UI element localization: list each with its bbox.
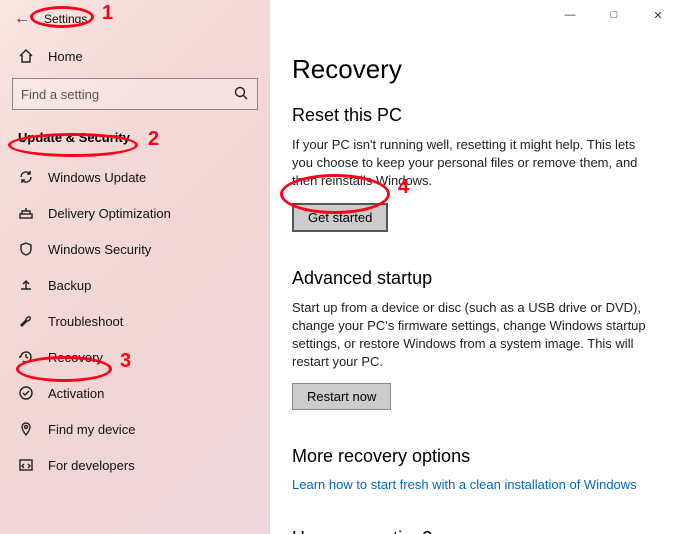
- sidebar-item-label: Troubleshoot: [48, 314, 123, 329]
- search-input[interactable]: [21, 87, 233, 102]
- history-icon: [18, 349, 34, 365]
- sidebar-item-label: Recovery: [48, 350, 103, 365]
- page-title: Recovery: [292, 54, 658, 85]
- sidebar-item-label: Windows Security: [48, 242, 151, 257]
- sidebar-item-label: Home: [48, 49, 83, 64]
- minimize-button[interactable]: ―: [548, 0, 592, 30]
- sidebar-item-home[interactable]: Home: [0, 38, 270, 74]
- wrench-icon: [18, 313, 34, 329]
- section-header: Update & Security: [0, 126, 270, 159]
- backup-icon: [18, 277, 34, 293]
- search-icon: [233, 85, 249, 104]
- content-pane: ― □ ✕ Recovery Reset this PC If your PC …: [270, 0, 680, 534]
- sidebar-item-label: Find my device: [48, 422, 135, 437]
- maximize-button[interactable]: □: [592, 0, 636, 30]
- sync-icon: [18, 169, 34, 185]
- advanced-body: Start up from a device or disc (such as …: [292, 299, 658, 372]
- code-icon: [18, 457, 34, 473]
- shield-icon: [18, 241, 34, 257]
- sidebar-item-find-my-device[interactable]: Find my device: [0, 411, 270, 447]
- restart-now-button[interactable]: Restart now: [292, 383, 391, 410]
- reset-heading: Reset this PC: [292, 105, 658, 126]
- delivery-icon: [18, 205, 34, 221]
- sidebar-item-label: Windows Update: [48, 170, 146, 185]
- sidebar-item-label: Delivery Optimization: [48, 206, 171, 221]
- back-icon[interactable]: ←: [14, 10, 32, 28]
- location-icon: [18, 421, 34, 437]
- sidebar-item-backup[interactable]: Backup: [0, 267, 270, 303]
- sidebar-item-recovery[interactable]: Recovery: [0, 339, 270, 375]
- sidebar-item-windows-security[interactable]: Windows Security: [0, 231, 270, 267]
- sidebar-item-for-developers[interactable]: For developers: [0, 447, 270, 483]
- more-heading: More recovery options: [292, 446, 658, 467]
- sidebar-item-troubleshoot[interactable]: Troubleshoot: [0, 303, 270, 339]
- sidebar-item-label: For developers: [48, 458, 135, 473]
- close-button[interactable]: ✕: [636, 0, 680, 30]
- reset-body: If your PC isn't running well, resetting…: [292, 136, 658, 191]
- get-started-button[interactable]: Get started: [292, 203, 388, 232]
- check-circle-icon: [18, 385, 34, 401]
- sidebar-item-windows-update[interactable]: Windows Update: [0, 159, 270, 195]
- advanced-heading: Advanced startup: [292, 268, 658, 289]
- sidebar-item-delivery-optimization[interactable]: Delivery Optimization: [0, 195, 270, 231]
- sidebar: ← Settings Home Update & Security Window…: [0, 0, 270, 534]
- home-icon: [18, 48, 34, 64]
- question-heading: Have a question?: [292, 528, 658, 534]
- search-input-container[interactable]: [12, 78, 258, 110]
- sidebar-item-label: Activation: [48, 386, 104, 401]
- fresh-start-link[interactable]: Learn how to start fresh with a clean in…: [292, 477, 637, 492]
- sidebar-item-activation[interactable]: Activation: [0, 375, 270, 411]
- app-title: Settings: [44, 12, 87, 26]
- sidebar-item-label: Backup: [48, 278, 91, 293]
